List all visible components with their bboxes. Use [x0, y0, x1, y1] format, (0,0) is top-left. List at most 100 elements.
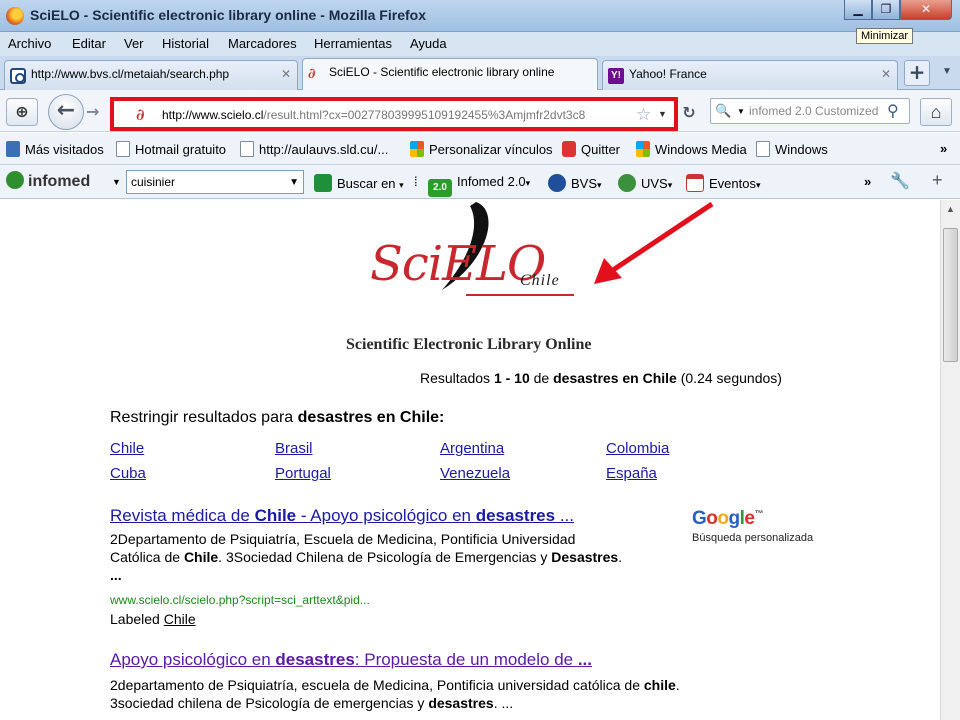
red-annotation-arrow: [594, 201, 714, 284]
result-url-1: www.scielo.cl/scielo.php?script=sci_artt…: [110, 593, 370, 607]
restrict-link-espana[interactable]: España: [606, 465, 657, 482]
infomed-logo[interactable]: infomed: [6, 171, 90, 191]
toolbar-addon-icon[interactable]: ⊕: [6, 98, 38, 126]
quitter-icon: [562, 141, 576, 157]
infomed-icon: [6, 171, 24, 189]
bookmark-windows-media[interactable]: Windows Media: [636, 141, 747, 157]
restrict-link-brasil[interactable]: Brasil: [275, 440, 313, 457]
page-content: SciELO Chile Scientific Electronic Libra…: [0, 200, 940, 720]
more-bookmarks-icon[interactable]: »: [940, 141, 947, 156]
menu-herramientas[interactable]: Herramientas: [314, 36, 392, 51]
results-summary: Resultados 1 - 10 de desastres en Chile …: [420, 370, 782, 386]
search-engine-icon[interactable]: 🔍: [715, 103, 731, 119]
calendar-icon: [686, 174, 704, 192]
bookmark-hotmail[interactable]: Hotmail gratuito: [116, 141, 226, 157]
minimize-button[interactable]: ▁: [844, 0, 872, 20]
bookmark-star-icon[interactable]: ☆: [636, 105, 651, 125]
forward-button[interactable]: →: [86, 102, 99, 121]
restrict-link-colombia[interactable]: Colombia: [606, 440, 669, 457]
maximize-button[interactable]: ❐: [872, 0, 900, 20]
windows-icon: [636, 141, 650, 157]
menu-editar[interactable]: Editar: [72, 36, 106, 51]
menu-historial[interactable]: Historial: [162, 36, 209, 51]
bookmark-mas-visitados[interactable]: Más visitados: [6, 141, 104, 157]
bookmark-personalizar[interactable]: Personalizar vínculos: [410, 141, 553, 157]
infomed-search-input[interactable]: cuisinier: [131, 175, 175, 189]
result-title-2[interactable]: Apoyo psicológico en desastres: Propuest…: [110, 650, 592, 670]
infomed-search-combo[interactable]: cuisinier ▼: [126, 170, 304, 194]
eventos-menu[interactable]: Eventos▾: [686, 174, 761, 192]
minimize-tooltip: Minimizar: [856, 28, 914, 44]
uvs-menu[interactable]: UVS▾: [618, 174, 672, 192]
result-snippet-2: 2departamento de Psiquiatría, escuela de…: [110, 677, 680, 711]
bvs-menu[interactable]: BVS▾: [548, 174, 602, 192]
tab-list-icon[interactable]: ▼: [942, 66, 952, 77]
result-title-1[interactable]: Revista médica de Chile - Apoyo psicológ…: [110, 506, 574, 526]
close-tab-icon[interactable]: ✕: [881, 67, 891, 81]
vertical-scrollbar[interactable]: ▲: [940, 200, 960, 720]
restrict-link-portugal[interactable]: Portugal: [275, 465, 331, 482]
wrench-icon[interactable]: 🔧: [890, 171, 910, 191]
result-snippet-1: 2Departamento de Psiquiatría, Escuela de…: [110, 531, 623, 583]
tab-scielo[interactable]: ∂ SciELO - Scientific electronic library…: [302, 58, 598, 91]
close-button[interactable]: ✕: [900, 0, 952, 20]
tab-yahoo[interactable]: Y! Yahoo! France ✕: [602, 60, 898, 90]
search-engine-dropdown-icon[interactable]: ▼: [737, 107, 745, 116]
reload-button[interactable]: ↻: [678, 100, 700, 126]
restrict-link-chile[interactable]: Chile: [110, 440, 144, 457]
bvs-favicon-icon: [10, 68, 26, 84]
search-input[interactable]: infomed 2.0 Customized: [749, 104, 885, 118]
scielo-favicon-icon: ∂: [308, 66, 316, 82]
title-bar: SciELO - Scientific electronic library o…: [0, 0, 960, 32]
menu-ayuda[interactable]: Ayuda: [410, 36, 447, 51]
menu-ver[interactable]: Ver: [124, 36, 144, 51]
tab-bvs[interactable]: http://www.bvs.cl/metaiah/search.php ✕: [4, 60, 298, 90]
new-tab-button[interactable]: +: [904, 60, 930, 86]
page-icon: [240, 141, 254, 157]
arrow-right-icon: [314, 174, 332, 192]
google-custom-search-label: Búsqueda personalizada: [692, 532, 814, 544]
tab-strip: http://www.bvs.cl/metaiah/search.php ✕ ∂…: [0, 56, 960, 91]
tab-label: Yahoo! France: [629, 67, 707, 81]
infomed-dropdown-icon[interactable]: ▼: [112, 177, 121, 187]
scroll-thumb[interactable]: [943, 228, 958, 362]
bookmark-quitter[interactable]: Quitter: [562, 141, 620, 157]
restrict-link-venezuela[interactable]: Venezuela: [440, 465, 510, 482]
page-icon: [116, 141, 130, 157]
url-history-dropdown-icon[interactable]: ▼: [658, 109, 667, 119]
url-input[interactable]: http://www.scielo.cl/result.html?cx=0027…: [162, 108, 634, 122]
scroll-up-icon[interactable]: ▲: [941, 200, 960, 218]
yahoo-favicon-icon: Y!: [608, 68, 624, 84]
bookmark-windows[interactable]: Windows: [756, 141, 828, 157]
buscar-en-button[interactable]: Buscar en ▾: [314, 174, 404, 192]
uvs-icon: [618, 174, 636, 192]
logo-underline: [466, 294, 574, 296]
tab-label: http://www.bvs.cl/metaiah/search.php: [31, 67, 230, 81]
add-icon[interactable]: +: [932, 170, 943, 191]
menu-archivo[interactable]: Archivo: [8, 36, 51, 51]
more-tools-icon[interactable]: »: [864, 174, 871, 189]
restrict-link-argentina[interactable]: Argentina: [440, 440, 504, 457]
url-bar[interactable]: ∂ http://www.scielo.cl/result.html?cx=00…: [110, 97, 678, 131]
site-identity-icon[interactable]: ∂: [136, 105, 145, 124]
bookmark-folder-icon: [6, 141, 20, 157]
bookmarks-bar: Más visitados Hotmail gratuito http://au…: [0, 133, 960, 165]
restrict-link-cuba[interactable]: Cuba: [110, 465, 146, 482]
search-go-icon[interactable]: ⚲: [887, 101, 899, 121]
menu-marcadores[interactable]: Marcadores: [228, 36, 297, 51]
page-icon: [756, 141, 770, 157]
label-link-chile[interactable]: Chile: [164, 611, 196, 627]
firefox-icon: [6, 7, 24, 25]
infomed-20-menu[interactable]: 2.0 Infomed 2.0▾: [428, 174, 530, 197]
tab-label: SciELO - Scientific electronic library o…: [329, 65, 555, 79]
bvs-icon: [548, 174, 566, 192]
search-box[interactable]: 🔍 ▼ infomed 2.0 Customized ⚲: [710, 98, 910, 124]
back-button[interactable]: ←: [48, 94, 84, 130]
combo-dropdown-icon[interactable]: ▼: [289, 177, 299, 188]
menu-bar: Archivo Editar Ver Historial Marcadores …: [0, 32, 960, 56]
home-button[interactable]: ⌂: [920, 98, 952, 126]
close-tab-icon[interactable]: ✕: [281, 67, 291, 81]
windows-icon: [410, 141, 424, 157]
result-label-1: Labeled Chile: [110, 611, 196, 627]
bookmark-aulauvs[interactable]: http://aulauvs.sld.cu/...: [240, 141, 388, 157]
